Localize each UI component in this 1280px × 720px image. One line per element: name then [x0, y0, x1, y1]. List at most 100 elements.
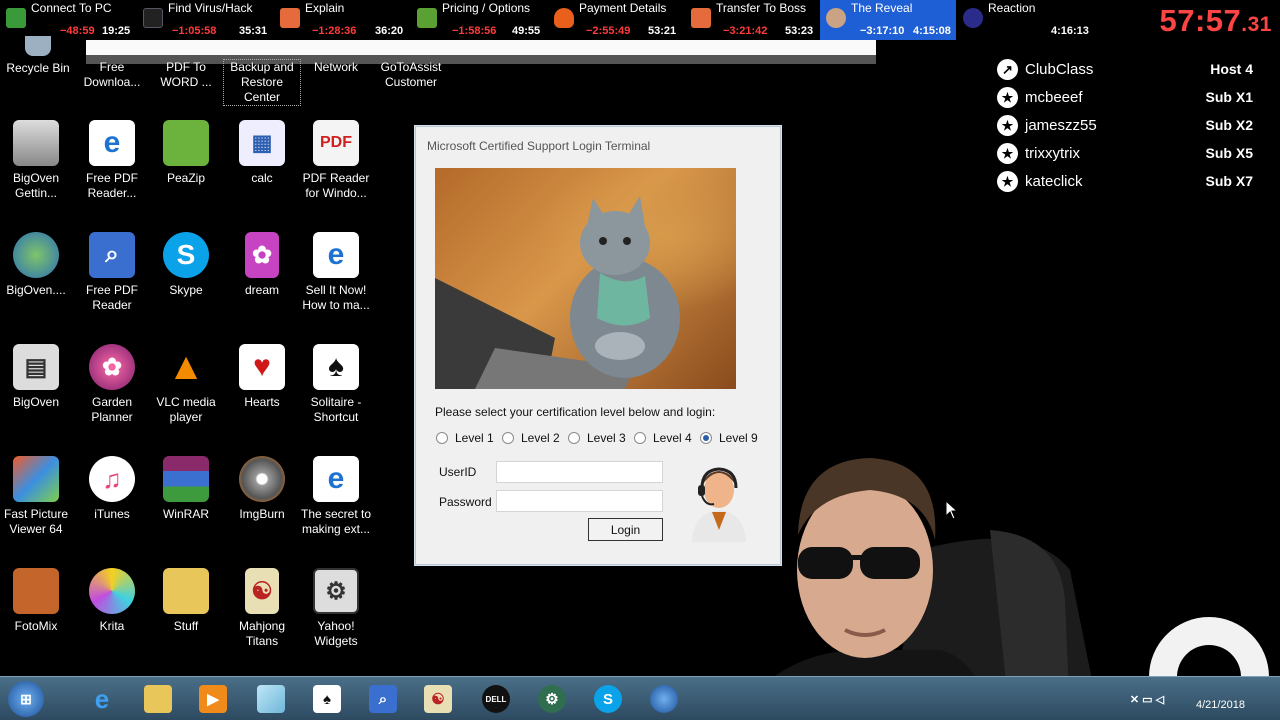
main-timer: 57:57.31 — [1160, 3, 1273, 39]
desktop-icon-free-download[interactable]: Free Downloa... — [74, 60, 150, 90]
sub-tier: Sub X1 — [1205, 89, 1253, 105]
radio-label: Level 2 — [521, 431, 560, 445]
desktop-icon-secret-to-making[interactable]: e The secret to making ext... — [298, 456, 374, 537]
desktop-icon-sell-it-now[interactable]: e Sell It Now! How to ma... — [298, 232, 374, 313]
cat-photo — [435, 168, 736, 389]
dialog-title: Microsoft Certified Support Login Termin… — [427, 139, 651, 153]
star-icon: ★ — [997, 87, 1018, 108]
solitaire-taskbar-icon[interactable]: ♠ — [313, 685, 341, 713]
desktop-icon-stuff[interactable]: Stuff — [148, 568, 224, 634]
sub-name: kateclick — [1025, 173, 1083, 190]
sub-name: ClubClass — [1025, 61, 1094, 78]
star-icon: ★ — [997, 171, 1018, 192]
pdf-search-taskbar-icon[interactable]: ⌕ — [369, 685, 397, 713]
login-button[interactable]: Login — [588, 518, 663, 541]
icon-label: FotoMix — [14, 619, 58, 633]
userid-label: UserID — [439, 465, 477, 479]
desktop-icon-gotoassist[interactable]: GoToAssist Customer — [373, 60, 449, 90]
desktop-icon-itunes[interactable]: ♫ iTunes — [74, 456, 150, 522]
split-name: Transfer To Boss — [716, 1, 807, 15]
desktop-icon-winrar[interactable]: WinRAR — [148, 456, 224, 522]
network-tool-icon[interactable]: ⚙ — [538, 685, 566, 713]
arrow-icon: ↗ — [997, 59, 1018, 80]
radio-level-3[interactable]: Level 3 — [568, 431, 626, 445]
radio-button[interactable] — [568, 432, 580, 444]
desktop-icon-pdf-to-word[interactable]: PDF To WORD ... — [148, 60, 224, 90]
desktop-icon-free-pdf-reader[interactable]: ⌕ Free PDF Reader — [74, 232, 150, 313]
radio-label: Level 4 — [653, 431, 692, 445]
desktop-icon-vlc[interactable]: ▲ VLC media player — [148, 344, 224, 425]
dream-icon: ✿ — [245, 232, 279, 278]
desktop-icon-peazip[interactable]: PeaZip — [148, 120, 224, 186]
userid-input[interactable] — [496, 461, 663, 483]
globe-taskbar-icon[interactable] — [650, 685, 678, 713]
split-1: Find Virus/Hack −1:05:58 35:31 — [137, 0, 273, 40]
split-5: Transfer To Boss −3:21:42 53:23 — [685, 0, 821, 40]
internet-explorer-icon[interactable]: e — [88, 684, 116, 714]
desktop-icon-skype[interactable]: S Skype — [148, 232, 224, 298]
internet-explorer-icon: e — [89, 120, 135, 166]
desktop-icon-recycle-bin[interactable]: Recycle Bin — [0, 36, 76, 76]
radio-level-1[interactable]: Level 1 — [436, 431, 494, 445]
radio-level-2[interactable]: Level 2 — [502, 431, 560, 445]
radio-level-4[interactable]: Level 4 — [634, 431, 692, 445]
desktop-icon-imgburn[interactable]: ImgBurn — [224, 456, 300, 522]
sub-row: ↗ ClubClass Host 4 — [997, 59, 1255, 81]
sub-name: jameszz55 — [1025, 117, 1097, 134]
desktop-icon-fast-picture-viewer[interactable]: Fast Picture Viewer 64 — [0, 456, 74, 537]
tray-icons[interactable]: ✕ ▭ ◁ — [1112, 685, 1182, 713]
desktop-icon-bigoven[interactable]: ▤ BigOven — [0, 344, 74, 410]
desktop-icon-hearts[interactable]: ♥ Hearts — [224, 344, 300, 410]
split-6: The Reveal −3:17:10 4:15:08 — [820, 0, 956, 40]
desktop-icon-pdf-reader-windows[interactable]: PDF PDF Reader for Windo... — [298, 120, 374, 201]
media-player-icon[interactable]: ▶ — [199, 685, 227, 713]
start-button[interactable]: ⊞ — [8, 681, 44, 717]
desktop-icon-fotomix[interactable]: FotoMix — [0, 568, 74, 634]
fire-icon — [554, 8, 574, 28]
picture-viewer-icon — [13, 456, 59, 502]
internet-explorer-icon: e — [313, 232, 359, 278]
desktop-icon-bigoven-globe[interactable]: BigOven.... — [0, 232, 74, 298]
desktop-icon-solitaire[interactable]: ♠ Solitaire - Shortcut — [298, 344, 374, 425]
radio-label: Level 1 — [455, 431, 494, 445]
radio-button-selected[interactable] — [700, 432, 712, 444]
desktop-icon-calc[interactable]: ▦ calc — [224, 120, 300, 186]
icon-label: Hearts — [244, 395, 280, 409]
radio-button[interactable] — [502, 432, 514, 444]
radio-button[interactable] — [436, 432, 448, 444]
imgburn-icon — [239, 456, 285, 502]
desktop-icon-free-pdf-reader-ie[interactable]: e Free PDF Reader... — [74, 120, 150, 201]
crystal-icon[interactable] — [257, 685, 285, 713]
file-explorer-icon[interactable] — [144, 685, 172, 713]
split-time: 4:15:08 — [913, 25, 951, 37]
desktop-icon-mahjong[interactable]: ☯ Mahjong Titans — [224, 568, 300, 649]
split-name: Explain — [305, 1, 345, 15]
mahjong-taskbar-icon[interactable]: ☯ — [424, 685, 452, 713]
radio-label: Level 3 — [587, 431, 626, 445]
split-4: Payment Details −2:55:49 53:21 — [548, 0, 684, 40]
desktop-icon-network[interactable]: Network — [298, 60, 374, 75]
icon-label: Free Downloa... — [83, 60, 141, 89]
desktop-icon-garden-planner[interactable]: ✿ Garden Planner — [74, 344, 150, 425]
desktop-icon-krita[interactable]: Krita — [74, 568, 150, 634]
taskbar: ⊞ e ▶ ♠ ⌕ ☯ DELL ⚙ S ✕ ▭ ◁ — [0, 676, 1280, 720]
desktop-icon-backup[interactable]: Backup and Restore Center — [223, 59, 301, 106]
split-time: 53:23 — [785, 25, 814, 37]
sub-tier: Sub X5 — [1205, 145, 1253, 161]
ninja-icon — [143, 8, 163, 28]
dell-icon[interactable]: DELL — [482, 685, 510, 713]
desktop-icon-bigoven-getting[interactable]: BigOven Gettin... — [0, 120, 74, 201]
skype-taskbar-icon[interactable]: S — [594, 685, 622, 713]
winrar-icon — [163, 456, 209, 502]
desktop-icon-dream[interactable]: ✿ dream — [224, 232, 300, 298]
radio-button[interactable] — [634, 432, 646, 444]
icon-label: GoToAssist Customer — [380, 60, 442, 89]
icon-label: WinRAR — [162, 507, 209, 521]
fotomix-icon — [13, 568, 59, 614]
split-timer-bar: Connect To PC −48:59 19:25 Find Virus/Ha… — [0, 0, 1280, 40]
desktop-icon-yahoo-widgets[interactable]: ⚙ Yahoo! Widgets — [298, 568, 374, 649]
password-input[interactable] — [496, 490, 663, 512]
recycle-bin-icon — [25, 36, 51, 56]
login-dialog: Microsoft Certified Support Login Termin… — [415, 126, 781, 565]
clock-date[interactable]: 4/21/2018 — [1196, 699, 1245, 711]
